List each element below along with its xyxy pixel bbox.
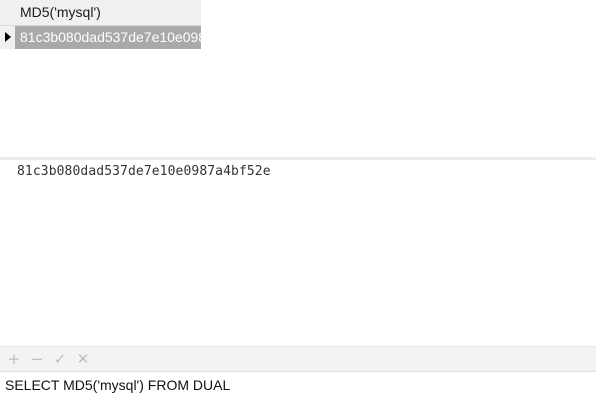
table-row[interactable]: 81c3b080dad537de7e10e0987a4bf52e bbox=[0, 26, 201, 49]
delete-record-button[interactable]: − bbox=[28, 350, 46, 368]
value-viewer[interactable]: 81c3b080dad537de7e10e0987a4bf52e bbox=[0, 160, 596, 346]
add-record-button[interactable]: + bbox=[5, 350, 23, 368]
record-toolbar: + − ✓ ✕ bbox=[0, 346, 596, 371]
result-grid: MD5('mysql') 81c3b080dad537de7e10e0987a4… bbox=[0, 0, 201, 49]
grid-header-row: MD5('mysql') bbox=[0, 0, 201, 26]
row-indicator[interactable] bbox=[0, 26, 15, 49]
executed-sql-text: SELECT MD5('mysql') FROM DUAL bbox=[5, 377, 231, 393]
check-icon: ✓ bbox=[53, 350, 67, 368]
close-icon: ✕ bbox=[76, 350, 90, 368]
status-bar: SELECT MD5('mysql') FROM DUAL bbox=[0, 371, 596, 400]
current-row-arrow-icon bbox=[5, 32, 11, 42]
result-cell[interactable]: 81c3b080dad537de7e10e0987a4bf52e bbox=[15, 26, 201, 49]
minus-icon: − bbox=[30, 350, 44, 368]
discard-changes-button[interactable]: ✕ bbox=[74, 350, 92, 368]
value-viewer-text: 81c3b080dad537de7e10e0987a4bf52e bbox=[17, 164, 271, 179]
row-indicator-header bbox=[0, 0, 15, 25]
apply-changes-button[interactable]: ✓ bbox=[51, 350, 69, 368]
column-header-md5[interactable]: MD5('mysql') bbox=[15, 0, 201, 25]
query-result-window: MD5('mysql') 81c3b080dad537de7e10e0987a4… bbox=[0, 0, 596, 400]
plus-icon: + bbox=[7, 350, 21, 368]
